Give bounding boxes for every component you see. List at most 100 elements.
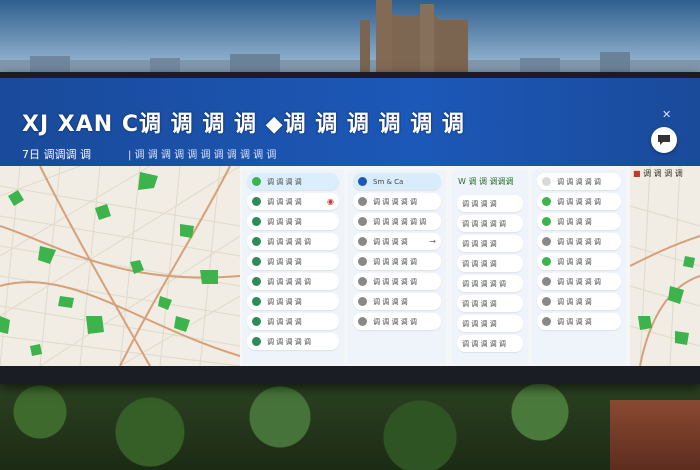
list-item-label: 调 调 调 调 调 [267, 337, 311, 346]
list-item[interactable]: 调 调 调 调 调 [537, 173, 621, 190]
list-item[interactable]: 调 调 调 调 调 [353, 313, 441, 330]
list-item[interactable]: 调 调 调 调 ◉ [247, 193, 339, 210]
chat-button[interactable] [651, 127, 677, 153]
list-item-label: 调 调 调 调 调 [557, 197, 601, 206]
list-item-label: 调 调 调 调 [557, 217, 592, 226]
panel-header[interactable]: Sm & Ca [353, 173, 441, 190]
list-item[interactable]: 调 调 调 调 [537, 213, 621, 230]
dot-icon [542, 277, 551, 286]
close-icon[interactable]: ✕ [662, 108, 671, 121]
pin-icon [252, 337, 261, 346]
list-item-label: 调 调 调 调 调 [462, 339, 506, 348]
list-item-label: 调 调 调 调 调 [373, 257, 417, 266]
list-item[interactable]: 调 调 调 调 [537, 293, 621, 310]
right-map-header-label: 调 调 调 调 [643, 169, 683, 178]
list-item[interactable]: 调 调 调 调 调 [457, 335, 523, 352]
list-item-label: 调 调 调 调 [373, 237, 408, 246]
list-item[interactable]: 调 调 调 调 [457, 295, 523, 312]
list-item[interactable]: 调 调 调 调 调 [457, 275, 523, 292]
list-item-label: 调 调 调 调 [462, 239, 497, 248]
list-item[interactable]: 调 调 调 调 [537, 313, 621, 330]
building-roof [610, 400, 700, 470]
leaf-icon [542, 197, 551, 206]
list-item[interactable]: 调 调 调 调 [247, 213, 339, 230]
list-item[interactable]: 调 调 调 调 [457, 235, 523, 252]
list-item[interactable]: 调 调 调 调 调 [537, 273, 621, 290]
dot-icon [542, 177, 551, 186]
panel-header: W 调 调 调调调 [458, 176, 514, 186]
city-skyline [0, 0, 700, 80]
dot-icon [358, 237, 367, 246]
list-item[interactable]: 调 调 调 调 调 调 [353, 213, 441, 230]
trees-foreground [0, 382, 700, 470]
chat-bubble-icon [658, 135, 670, 145]
list-item-label: 调 调 调 调 [557, 317, 592, 326]
leaf-icon [542, 257, 551, 266]
list-item-label: 调 调 调 调 [462, 299, 497, 308]
map-right[interactable] [630, 166, 700, 366]
list-item-label: 调 调 调 调 [267, 177, 302, 186]
pin-icon [252, 237, 261, 246]
list-item-label: 调 调 调 调 调 [267, 277, 311, 286]
list-item[interactable]: 调 调 调 调 调 [247, 233, 339, 250]
list-item-label: 调 调 调 调 调 [462, 219, 506, 228]
dot-icon [358, 217, 367, 226]
list-item[interactable]: 调 调 调 调 [457, 255, 523, 272]
dot-icon [542, 297, 551, 306]
list-item-label: 调 调 调 调 [373, 297, 408, 306]
list-item-label: 调 调 调 调 [557, 297, 592, 306]
list-item-label: 调 调 调 调 调 [267, 237, 311, 246]
list-item-label: 调 调 调 调 [267, 317, 302, 326]
map-pin-icon [252, 177, 261, 186]
pin-icon [252, 197, 261, 206]
list-item-label: 调 调 调 调 [462, 259, 497, 268]
list-item[interactable]: 调 调 调 调 调 [353, 273, 441, 290]
list-item[interactable]: 调 调 调 调 调 [247, 333, 339, 350]
list-item-label: 调 调 调 调 [267, 217, 302, 226]
list-item-label: 调 调 调 调 [462, 199, 497, 208]
list-item[interactable]: 调 调 调 调 [353, 293, 441, 310]
header-subtitle: 7日 调调调 调 [22, 148, 91, 161]
list-item[interactable]: 调 调 调 调 [457, 315, 523, 332]
map-left[interactable] [0, 166, 240, 366]
list-item-label: 调 调 调 调 [557, 257, 592, 266]
list-item[interactable]: 调 调 调 调 调 [247, 273, 339, 290]
right-map-header: ■ 调 调 调 调 [633, 168, 683, 179]
header-subtitle-secondary: | 调 调 调 调 调 调 调 调 调 调 调 [128, 150, 277, 161]
list-item-label: 调 调 调 调 调 [462, 279, 506, 288]
list-item[interactable]: 调 调 调 调 [247, 173, 339, 190]
dot-icon [358, 297, 367, 306]
list-item-label: 调 调 调 调 调 [557, 277, 601, 286]
list-item[interactable]: 调 调 调 调 调 [537, 233, 621, 250]
dot-icon [358, 317, 367, 326]
list-item[interactable]: 调 调 调 调 [457, 195, 523, 212]
pin-icon [252, 257, 261, 266]
panel-header-label: Sm & Ca [373, 177, 404, 186]
list-item[interactable]: 调 调 调 调 → [353, 233, 441, 250]
list-item-label: 调 调 调 调 调 [373, 317, 417, 326]
list-item[interactable]: 调 调 调 调 调 [353, 193, 441, 210]
list-item[interactable]: 调 调 调 调 调 [457, 215, 523, 232]
list-item[interactable]: 调 调 调 调 [537, 253, 621, 270]
list-item-label: 调 调 调 调 调 [373, 277, 417, 286]
list-item-label: 调 调 调 调 调 [557, 237, 601, 246]
list-item[interactable]: 调 调 调 调 调 [353, 253, 441, 270]
list-item-label: 调 调 调 调 调 [373, 197, 417, 206]
list-panel-2: Sm & Ca 调 调 调 调 调 调 调 调 调 调 调 调 调 调 调 → … [348, 170, 446, 364]
warning-icon: ■ [633, 169, 641, 178]
list-item[interactable]: 调 调 调 调 [247, 293, 339, 310]
dot-icon [542, 237, 551, 246]
list-panel-1: 调 调 调 调 调 调 调 调 ◉ 调 调 调 调 调 调 调 调 调 调 调 … [242, 170, 344, 364]
arrow-right-icon: → [429, 237, 436, 246]
pin-icon [252, 317, 261, 326]
tag-icon [358, 177, 367, 186]
list-item[interactable]: 调 调 调 调 [247, 253, 339, 270]
record-icon: ◉ [327, 197, 334, 206]
list-item[interactable]: 调 调 调 调 [247, 313, 339, 330]
list-item[interactable]: 调 调 调 调 调 [537, 193, 621, 210]
list-panel-4: 调 调 调 调 调 调 调 调 调 调 调 调 调 调 调 调 调 调 调 调 … [532, 170, 626, 364]
list-item-label: 调 调 调 调 调 调 [373, 217, 427, 226]
dot-icon [358, 197, 367, 206]
pin-icon [252, 297, 261, 306]
list-item-label: 调 调 调 调 [267, 297, 302, 306]
